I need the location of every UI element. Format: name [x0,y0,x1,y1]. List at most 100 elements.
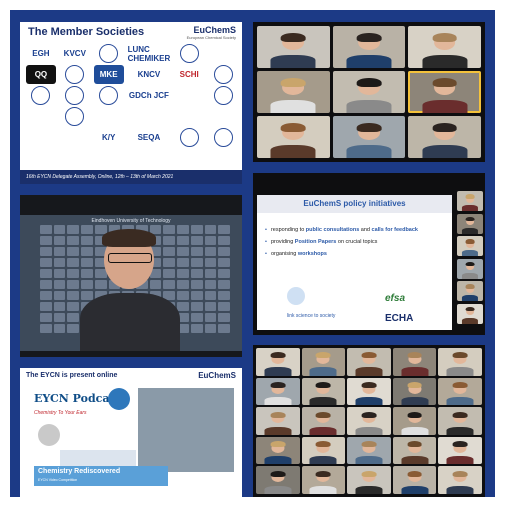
participant-tile[interactable] [301,466,346,494]
participant-tile[interactable] [257,26,330,68]
participant-tile[interactable] [332,26,406,68]
participant-hair [465,284,475,289]
element-tile [218,280,230,289]
participant-body [401,485,429,494]
member-societies-slide: The Member Societies EuChemS European Che… [20,22,242,184]
video-bottom-bar [20,351,242,357]
society-logo [128,107,171,126]
element-tile [204,324,217,333]
participant-hair [452,470,468,477]
participant-tile[interactable] [301,436,346,465]
participant-tile[interactable] [457,213,483,234]
element-tile [190,313,203,322]
policy-item: responding to public consultations and c… [265,227,418,233]
participant-body [355,396,383,406]
participant-tile[interactable] [392,377,437,406]
echa-logo: ECHA [385,313,414,324]
speaker-video[interactable]: Eindhoven University of Technology [20,195,242,357]
participant-tile[interactable] [408,116,481,158]
participant-hair [432,122,458,132]
participant-hair [361,470,377,477]
participant-tile[interactable] [392,436,437,465]
participant-body [461,317,479,324]
participant-tile[interactable] [438,436,482,465]
participant-hair [465,261,475,267]
element-tile [40,247,52,256]
participant-tile[interactable] [347,377,391,406]
participant-body [309,396,337,406]
element-tile [40,291,52,300]
society-logo [65,65,85,84]
element-tile [53,313,66,322]
participant-tile[interactable] [438,377,482,406]
video-gallery-bottom-right [253,345,485,497]
element-tile [218,291,230,300]
participant-tile[interactable] [301,407,346,435]
participant-body [446,396,474,406]
participant-tile[interactable] [457,303,483,324]
participant-tile[interactable] [457,281,483,301]
element-tile [218,324,230,333]
participant-tile[interactable] [438,466,482,494]
participant-tile[interactable] [438,348,482,376]
participant-tile[interactable] [332,71,406,113]
participant-tile[interactable] [408,26,481,68]
euchems-logo: EuChemS [198,371,236,380]
policy-slide-title: EuChemS policy initiatives [257,195,452,213]
participant-tile[interactable] [438,407,482,435]
participant-tile[interactable] [392,407,437,435]
element-tile [190,258,203,267]
participant-hair [432,77,458,87]
participant-body [309,456,337,465]
video-gallery-top-right [253,22,485,162]
chemistry-rediscovered-banner[interactable]: Chemistry Rediscovered EYCN Video Competi… [34,466,168,486]
element-tile [67,280,80,289]
participant-tile[interactable] [347,436,391,465]
society-logo: KNCV [137,70,161,79]
participant-hair [432,32,458,42]
participant-hair [315,441,331,448]
participant-body [346,100,392,113]
element-tile [53,258,66,267]
element-tile [40,269,52,278]
video-top-bar [20,195,242,215]
participant-body [355,485,383,494]
participant-tile[interactable] [257,116,330,158]
element-tile [40,280,52,289]
participant-tile[interactable] [392,466,437,494]
participant-tile[interactable] [256,466,300,494]
element-tile [190,236,203,245]
society-logo: GDCh JCF [128,91,169,100]
participant-tile[interactable] [256,348,300,376]
participant-tile[interactable] [332,116,406,158]
participant-tile[interactable] [256,377,300,406]
participant-tile[interactable] [408,71,481,113]
participant-tile[interactable] [256,407,300,435]
participant-tile[interactable] [347,466,391,494]
element-tile [204,280,217,289]
participant-tile[interactable] [457,258,483,279]
participant-hair [270,382,286,389]
element-tile [218,258,230,267]
participant-tile[interactable] [457,236,483,256]
participant-body [461,295,479,301]
wikipedia-globe-icon [38,424,60,446]
participant-tile[interactable] [457,191,483,211]
participant-hair [452,352,468,359]
participant-tile[interactable] [301,348,346,376]
participant-tile[interactable] [347,407,391,435]
element-tile [204,247,217,256]
participant-tile[interactable] [392,348,437,376]
element-tile [218,247,230,256]
participant-tile[interactable] [257,71,330,113]
participant-tile[interactable] [301,377,346,406]
participant-body [355,367,383,376]
podcast-logo-icon [108,388,130,410]
element-tile [204,302,217,311]
participant-body [346,55,392,68]
participant-body [346,145,392,158]
participant-body [270,145,316,158]
element-tile [218,236,230,245]
participant-tile[interactable] [256,436,300,465]
participant-tile[interactable] [347,348,391,376]
